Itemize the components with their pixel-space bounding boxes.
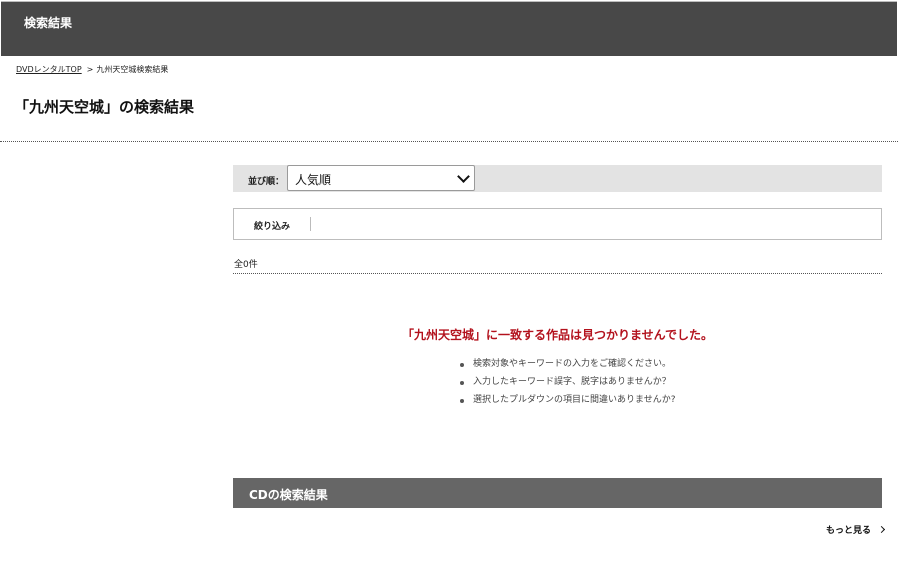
hint-item: 入力したキーワード誤字、脱字はありませんか？ <box>458 376 676 394</box>
hint-item: 検索対象やキーワードの入力をご確認ください。 <box>458 358 676 376</box>
sort-bar: 並び順： 人気順 <box>233 165 882 192</box>
breadcrumb-current: 九州天空城検索結果 <box>96 65 169 74</box>
hint-item: 選択したプルダウンの項目に間違いありませんか? <box>458 394 676 412</box>
more-link[interactable]: もっと見る <box>826 523 886 536</box>
divider <box>0 141 898 142</box>
sort-select[interactable]: 人気順 <box>287 165 475 191</box>
chevron-right-icon <box>877 525 886 534</box>
page-header: 検索結果 <box>1 1 897 56</box>
divider <box>233 273 882 274</box>
more-link-label: もっと見る <box>826 526 872 536</box>
chevron-down-icon <box>457 170 470 183</box>
hint-list: 検索対象やキーワードの入力をご確認ください。 入力したキーワード誤字、脱字はあり… <box>458 358 676 412</box>
result-count: 全0件 <box>234 260 258 270</box>
breadcrumb: DVDレンタルTOP > 九州天空城検索結果 <box>16 64 168 75</box>
breadcrumb-home-link[interactable]: DVDレンタルTOP <box>16 65 82 74</box>
page-title: 「九州天空城」の検索結果 <box>14 98 195 116</box>
sort-label: 並び順： <box>248 177 285 187</box>
breadcrumb-separator: > <box>86 65 94 74</box>
cd-section-title: CDの検索結果 <box>249 488 328 502</box>
filter-box: 絞り込み <box>233 208 882 240</box>
cd-section-header: CDの検索結果 <box>233 478 882 508</box>
no-result-message: 「九州天空城」に一致する作品は見つかりませんでした。 <box>401 328 714 342</box>
sort-selected-value: 人気順 <box>295 173 332 187</box>
filter-toggle[interactable]: 絞り込み <box>254 219 290 232</box>
filter-divider <box>310 217 311 231</box>
header-title: 検索結果 <box>24 16 73 30</box>
